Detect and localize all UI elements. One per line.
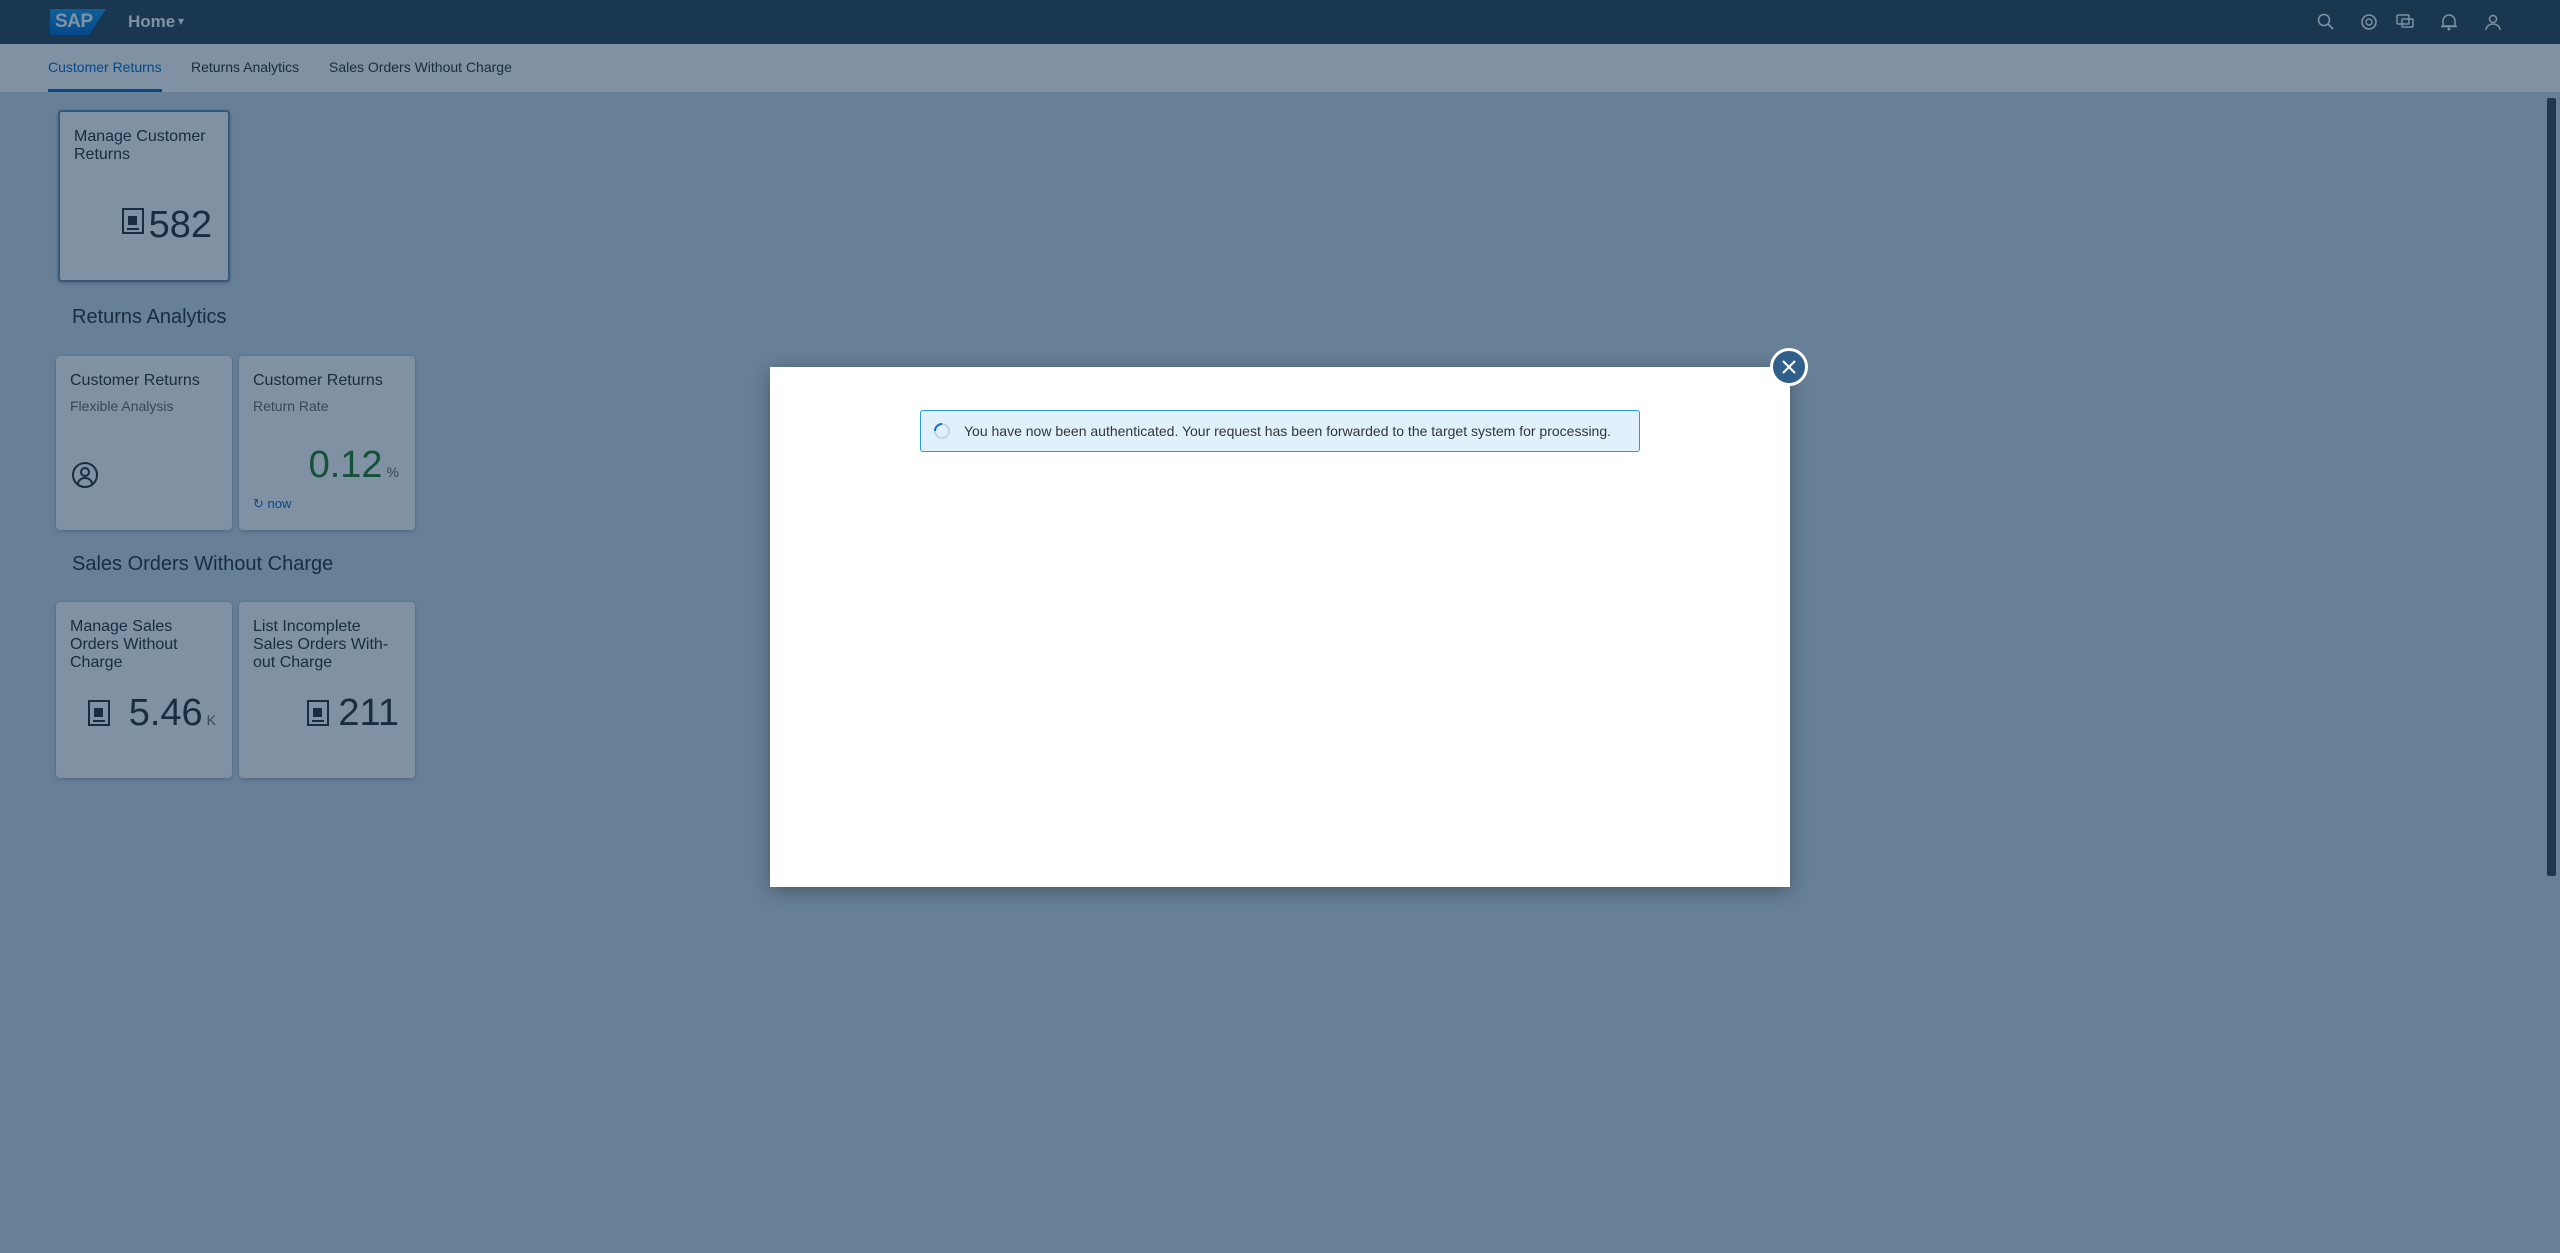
close-dialog-button[interactable]: [1770, 348, 1808, 386]
auth-dialog: You have now been authenticated. Your re…: [770, 367, 1790, 887]
loading-spinner-icon: [934, 423, 950, 439]
info-message-text: You have now been authenticated. Your re…: [964, 423, 1612, 439]
scrollbar[interactable]: [2547, 98, 2556, 876]
info-message-strip: You have now been authenticated. Your re…: [920, 410, 1640, 452]
close-icon: [1782, 360, 1796, 374]
